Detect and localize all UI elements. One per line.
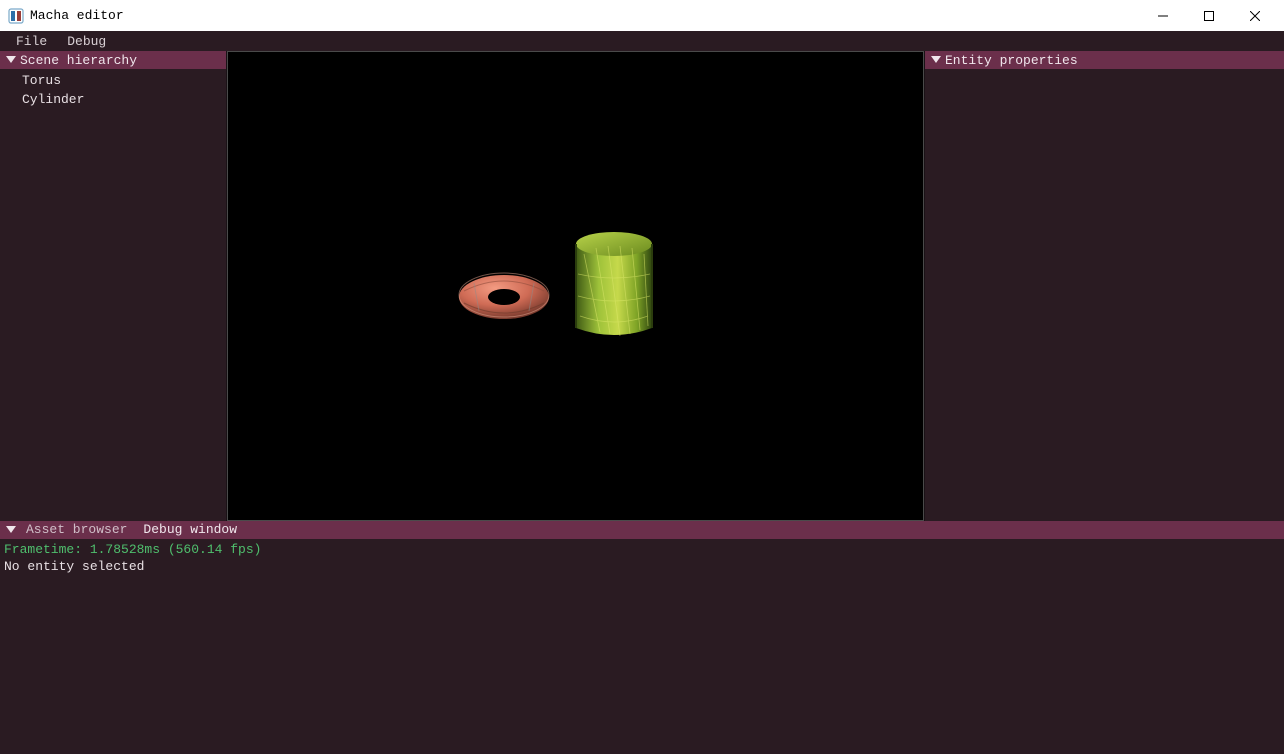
app-icon [8, 8, 24, 24]
tab-debug-window[interactable]: Debug window [135, 521, 245, 539]
viewport-3d[interactable] [227, 51, 924, 521]
window-titlebar: Macha editor [0, 0, 1284, 31]
entity-properties-body [925, 69, 1284, 521]
rendered-scene [426, 179, 726, 393]
scene-item-torus[interactable]: Torus [0, 71, 226, 90]
window-minimize-button[interactable] [1140, 0, 1186, 31]
window-close-button[interactable] [1232, 0, 1278, 31]
tab-asset-browser[interactable]: Asset browser [18, 521, 135, 539]
viewport-container [227, 51, 924, 521]
entity-properties-title: Entity properties [943, 53, 1078, 68]
scene-item-cylinder[interactable]: Cylinder [0, 90, 226, 109]
bottom-tabbar: Asset browser Debug window [0, 521, 1284, 539]
entity-properties-header[interactable]: Entity properties [925, 51, 1284, 69]
window-title: Macha editor [30, 8, 124, 23]
menubar: File Debug [0, 31, 1284, 51]
scene-hierarchy-title: Scene hierarchy [18, 53, 137, 68]
scene-hierarchy-header[interactable]: Scene hierarchy [0, 51, 226, 69]
menu-debug[interactable]: Debug [57, 32, 116, 51]
debug-window-panel: Frametime: 1.78528ms (560.14 fps) No ent… [0, 539, 1284, 754]
window-maximize-button[interactable] [1186, 0, 1232, 31]
selection-status: No entity selected [4, 558, 1280, 575]
scene-hierarchy-panel: Scene hierarchy Torus Cylinder [0, 51, 227, 521]
collapse-icon[interactable] [4, 53, 18, 67]
workspace: Scene hierarchy Torus Cylinder [0, 51, 1284, 521]
collapse-icon[interactable] [929, 53, 943, 67]
entity-properties-panel: Entity properties [924, 51, 1284, 521]
menu-file[interactable]: File [6, 32, 57, 51]
collapse-icon[interactable] [4, 523, 18, 537]
scene-hierarchy-body: Torus Cylinder [0, 69, 226, 521]
frametime-readout: Frametime: 1.78528ms (560.14 fps) [4, 541, 1280, 558]
